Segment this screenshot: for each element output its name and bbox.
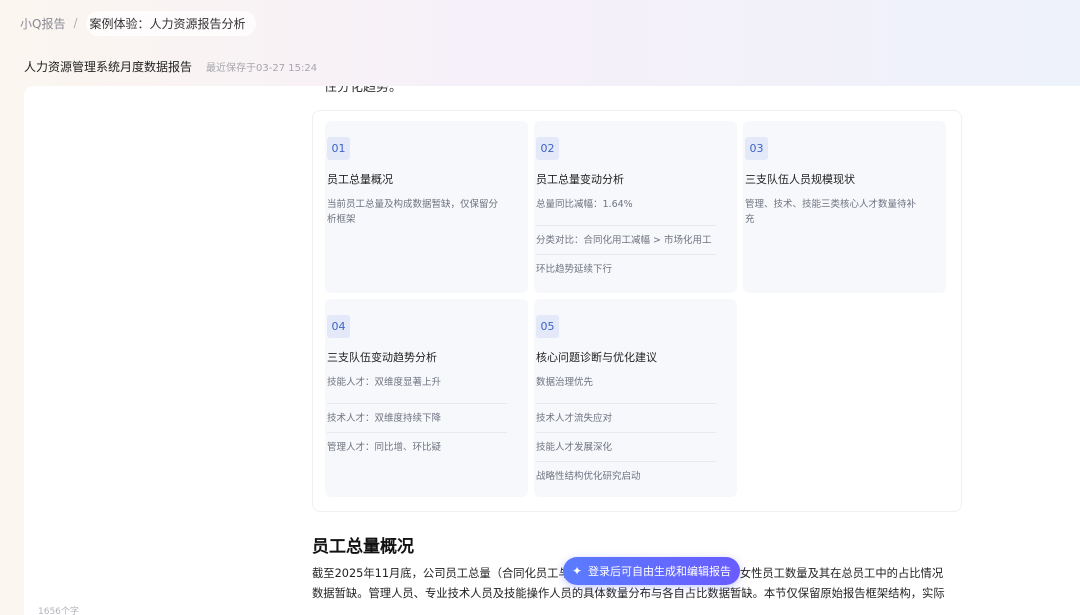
outline-card-03[interactable]: 03 三支队伍人员规模现状 管理、技术、技能三类核心人才数量待补充 xyxy=(743,121,946,293)
card-title: 三支队伍人员规模现状 xyxy=(745,173,855,186)
cta-label: 登录后可自由生成和编辑报告 xyxy=(588,565,732,578)
body-line-2: 数据暂缺。管理人员、专业技术人员及技能操作人员的具体数量分布与各自占比数据暂缺。… xyxy=(312,587,945,600)
card-item: 环比趋势延续下行 xyxy=(536,264,613,275)
card-item: 总量同比减幅：1.64% xyxy=(536,197,716,226)
doc-title[interactable]: 人力资源管理系统月度数据报告 xyxy=(24,58,192,75)
doc-header: 人力资源管理系统月度数据报告 最近保存于03-27 15:24 xyxy=(0,46,1080,86)
body-line-1b: 女性员工数量及其在总员工中的占比情况 xyxy=(739,567,944,580)
card-title: 员工总量概况 xyxy=(327,173,393,186)
outline-card-02[interactable]: 02 员工总量变动分析 总量同比减幅：1.64% 分类对比：合同化用工减幅 > … xyxy=(534,121,737,293)
body-line-1a: 截至2025年11月底，公司员工总量（合同化员工与 xyxy=(312,567,570,580)
card-items: 当前员工总量及构成数据暂缺，仅保留分析框架 xyxy=(327,197,507,227)
outline-card-05[interactable]: 05 核心问题诊断与优化建议 数据治理优先 技术人才流失应对 技能人才发展深化 … xyxy=(534,299,737,497)
breadcrumb-separator: / xyxy=(73,16,78,30)
sparkle-icon: ✦ xyxy=(571,564,583,578)
card-item: 技术人才：双维度持续下降 xyxy=(327,404,507,433)
card-number: 05 xyxy=(536,315,559,338)
word-count: 1656个字 xyxy=(38,607,79,615)
card-item: 数据治理优先 xyxy=(536,375,716,404)
card-title: 核心问题诊断与优化建议 xyxy=(536,351,657,364)
outline-card-04[interactable]: 04 三支队伍变动趋势分析 技能人才：双维度显著上升 技术人才：双维度持续下降 … xyxy=(325,299,528,497)
section-heading: 员工总量概况 xyxy=(312,537,414,557)
card-item: 管理、技术、技能三类核心人才数量待补充 xyxy=(745,199,917,225)
login-cta-button[interactable]: ✦ 登录后可自由生成和编辑报告 xyxy=(563,557,740,585)
document-panel: 性分化趋势。 01 员工总量概况 当前员工总量及构成数据暂缺，仅保留分析框架 0… xyxy=(24,86,1080,615)
card-number: 03 xyxy=(745,137,768,160)
card-item: 分类对比：合同化用工减幅 > 市场化用工 xyxy=(536,226,716,255)
card-number: 04 xyxy=(327,315,350,338)
breadcrumb-root[interactable]: 小Q报告 xyxy=(20,15,65,32)
card-number: 02 xyxy=(536,137,559,160)
card-items: 总量同比减幅：1.64% 分类对比：合同化用工减幅 > 市场化用工 环比趋势延续… xyxy=(536,197,716,284)
card-items: 管理、技术、技能三类核心人才数量待补充 xyxy=(745,197,925,227)
card-number: 01 xyxy=(327,137,350,160)
card-items: 数据治理优先 技术人才流失应对 技能人才发展深化 战略性结构优化研究启动 xyxy=(536,375,716,491)
breadcrumb-current: 案例体验：人力资源报告分析 xyxy=(85,10,256,36)
partial-text: 性分化趋势。 xyxy=(324,86,403,95)
card-item: 当前员工总量及构成数据暂缺，仅保留分析框架 xyxy=(327,199,499,225)
card-item: 技术人才流失应对 xyxy=(536,404,716,433)
card-item: 技能人才发展深化 xyxy=(536,433,716,462)
card-item: 技能人才：双维度显著上升 xyxy=(327,375,507,404)
outline-card-01[interactable]: 01 员工总量概况 当前员工总量及构成数据暂缺，仅保留分析框架 xyxy=(325,121,528,293)
outline-card-grid: 01 员工总量概况 当前员工总量及构成数据暂缺，仅保留分析框架 02 员工总量变… xyxy=(312,110,962,512)
card-item: 战略性结构优化研究启动 xyxy=(536,471,641,482)
breadcrumb: 小Q报告 / 案例体验：人力资源报告分析 xyxy=(0,0,1080,46)
card-title: 三支队伍变动趋势分析 xyxy=(327,351,437,364)
card-title: 员工总量变动分析 xyxy=(536,173,624,186)
card-items: 技能人才：双维度显著上升 技术人才：双维度持续下降 管理人才：同比增、环比疑 xyxy=(327,375,507,462)
saved-timestamp: 最近保存于03-27 15:24 xyxy=(206,62,318,74)
card-item: 管理人才：同比增、环比疑 xyxy=(327,442,442,453)
